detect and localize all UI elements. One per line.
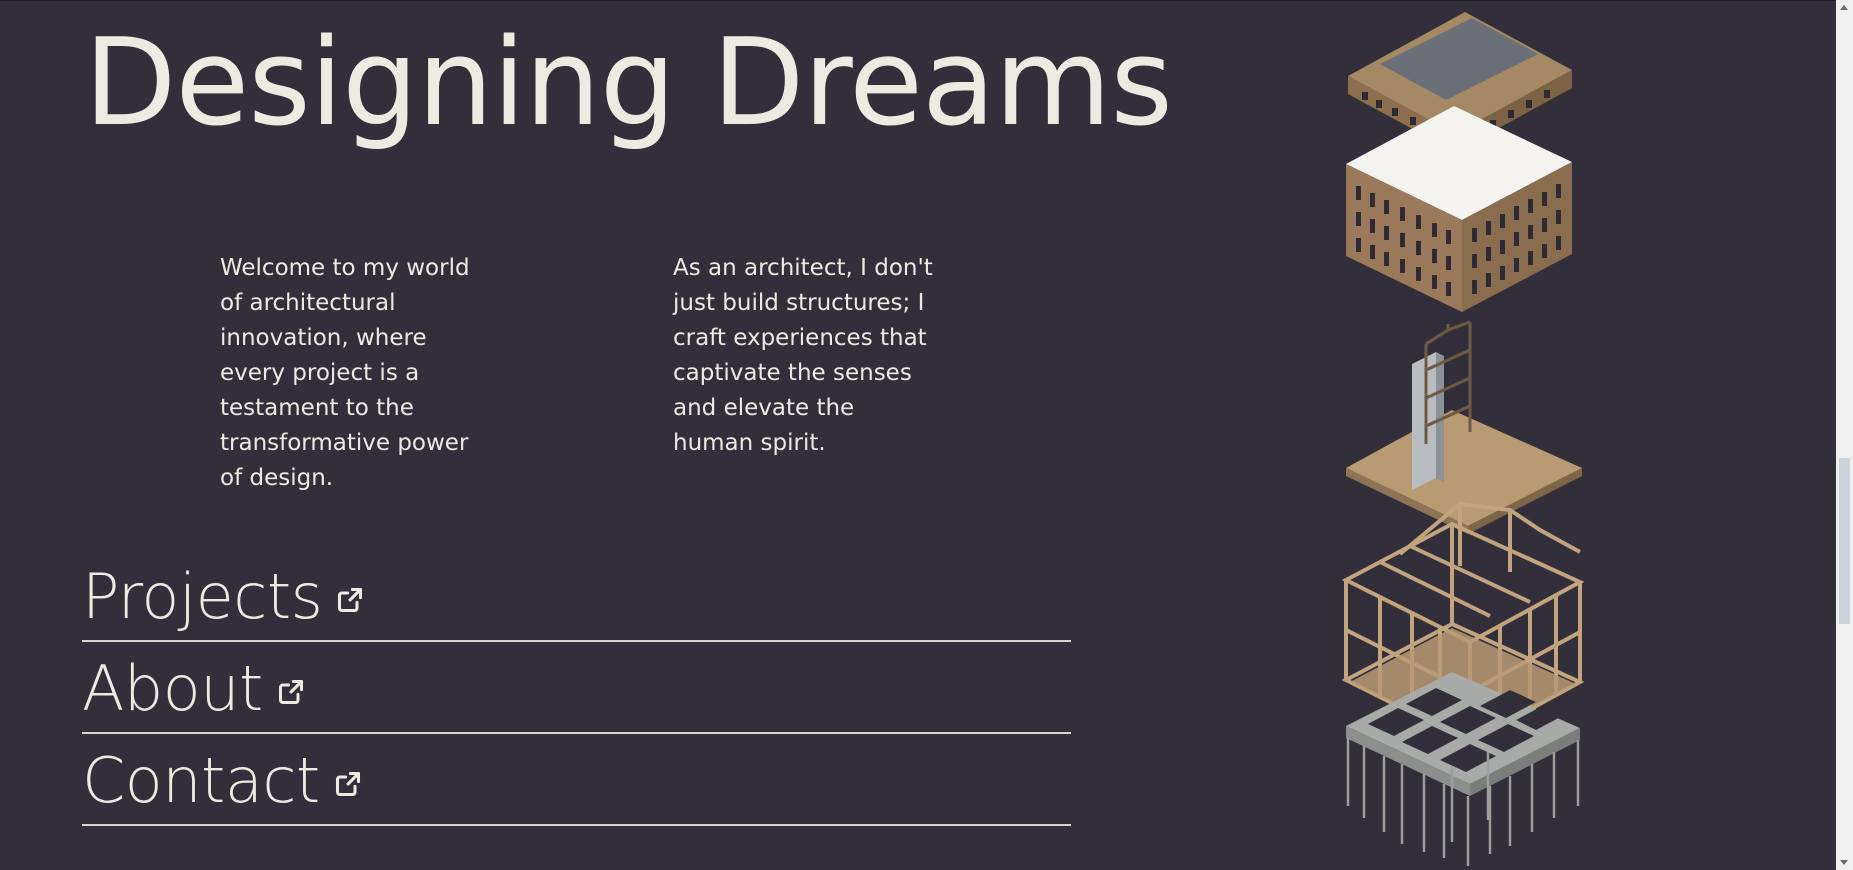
external-link-icon [338, 587, 363, 613]
scroll-down-arrow-icon[interactable] [1840, 860, 1848, 865]
nav-label-contact: Contact [82, 744, 320, 817]
page-scrollbar[interactable] [1836, 0, 1853, 870]
intro-paragraph-left: Welcome to my world of architectural inn… [220, 255, 470, 491]
window-top-border [0, 0, 1853, 1]
nav-label-about: About [82, 652, 263, 725]
upper-block-layer [1346, 106, 1572, 312]
nav-link-about[interactable]: About [82, 640, 1071, 734]
nav-link-projects[interactable]: Projects [82, 548, 1071, 642]
external-link-icon [335, 771, 360, 797]
hero-title: Designing Dreams [84, 14, 1173, 153]
scroll-up-arrow-icon[interactable] [1840, 5, 1848, 10]
intro-paragraph-right: As an architect, I don't just build stru… [673, 255, 933, 456]
core-floor-layer [1346, 320, 1582, 534]
nav-label-projects: Projects [82, 560, 323, 633]
building-axonometric-illustration [1341, 12, 1585, 866]
external-link-icon [278, 679, 303, 705]
nav-link-contact[interactable]: Contact [82, 732, 1071, 826]
scrollbar-thumb[interactable] [1839, 458, 1850, 624]
